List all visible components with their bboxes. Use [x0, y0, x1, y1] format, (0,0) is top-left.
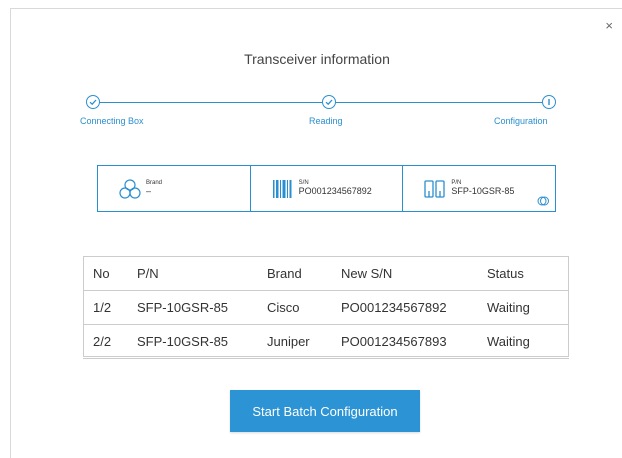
cell-no: 1/2	[83, 290, 127, 325]
barcode-icon	[272, 179, 292, 198]
close-icon[interactable]: ×	[605, 19, 613, 32]
column-header-brand: Brand	[257, 256, 331, 291]
transceiver-icon	[424, 179, 445, 198]
cell-pn: SFP-10GSR-85	[127, 324, 257, 359]
table-row: 1/2 SFP-10GSR-85 Cisco PO001234567892 Wa…	[83, 290, 569, 325]
cell-status: Waiting	[477, 290, 569, 325]
cell-new-sn: PO001234567892	[331, 290, 477, 325]
cell-new-sn: PO001234567893	[331, 324, 477, 359]
step-label-connecting-box: Connecting Box	[80, 116, 144, 126]
info-icon	[542, 95, 556, 109]
step-connector	[100, 102, 322, 103]
column-header-new-sn: New S/N	[331, 256, 477, 291]
brand-cell: Brand –	[98, 166, 251, 211]
table-row: 2/2 SFP-10GSR-85 Juniper PO001234567893 …	[83, 324, 569, 359]
pn-cell: P/N SFP-10GSR-85	[403, 166, 555, 211]
pn-value: SFP-10GSR-85	[451, 185, 515, 196]
edit-icon[interactable]	[537, 195, 550, 207]
check-icon	[322, 95, 336, 109]
table-header-row: No P/N Brand New S/N Status	[83, 256, 569, 291]
batch-table: No P/N Brand New S/N Status 1/2 SFP-10GS…	[83, 256, 569, 359]
sn-value: PO001234567892	[298, 185, 372, 196]
sn-cell: S/N PO001234567892	[251, 166, 404, 211]
step-connector	[336, 102, 542, 103]
transceiver-info-panel: Brand – S/N PO001234567892 P/N SFP-10GSR…	[97, 165, 556, 212]
progress-stepper: Connecting Box Reading Configuration	[80, 95, 556, 135]
cell-pn: SFP-10GSR-85	[127, 290, 257, 325]
brand-value: –	[146, 185, 152, 196]
cell-brand: Juniper	[257, 324, 331, 359]
column-header-no: No	[83, 256, 127, 291]
step-label-reading: Reading	[309, 116, 343, 126]
cell-no: 2/2	[83, 324, 127, 359]
brand-icon	[119, 178, 141, 199]
start-batch-configuration-button[interactable]: Start Batch Configuration	[230, 390, 420, 432]
column-header-status: Status	[477, 256, 569, 291]
step-label-configuration: Configuration	[494, 116, 548, 126]
dialog-title: Transceiver information	[244, 51, 390, 67]
check-icon	[86, 95, 100, 109]
cell-brand: Cisco	[257, 290, 331, 325]
column-header-pn: P/N	[127, 256, 257, 291]
cell-status: Waiting	[477, 324, 569, 359]
